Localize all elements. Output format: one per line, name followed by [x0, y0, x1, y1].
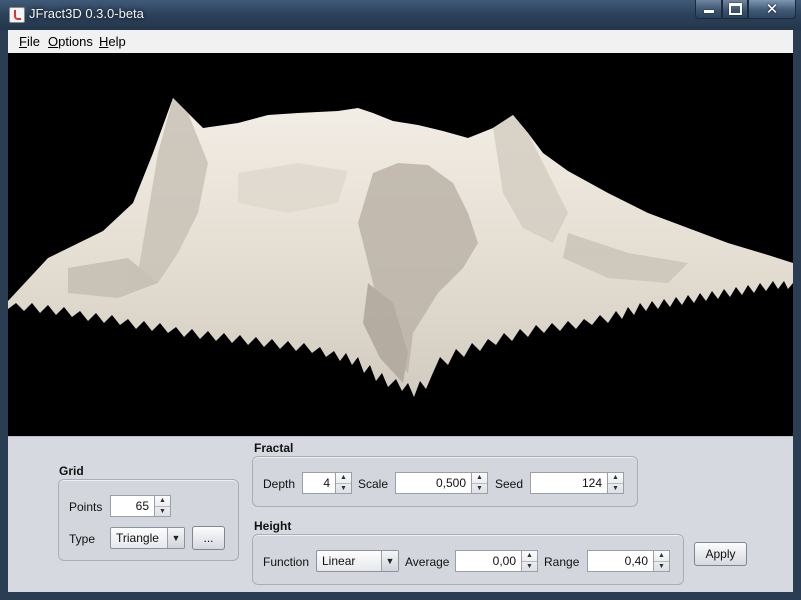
spin-down-icon[interactable]: ▼: [654, 562, 669, 572]
type-select[interactable]: Triangle ▼: [110, 527, 185, 549]
chevron-down-icon[interactable]: ▼: [167, 528, 184, 548]
grid-group-title: Grid: [59, 464, 84, 478]
parameters-panel: Grid Points 65 ▲ ▼ Type Triangle ▼ ... Fr…: [8, 436, 793, 593]
depth-field[interactable]: 4: [302, 472, 335, 494]
spin-up-icon[interactable]: ▲: [608, 473, 623, 484]
spin-up-icon[interactable]: ▲: [654, 551, 669, 562]
type-label: Type: [69, 532, 96, 546]
points-spinner[interactable]: 65 ▲ ▼: [110, 495, 171, 517]
seed-spinner[interactable]: 124 ▲ ▼: [530, 472, 624, 494]
range-field[interactable]: 0,40: [587, 550, 653, 572]
seed-field[interactable]: 124: [530, 472, 607, 494]
window-title: JFract3D 0.3.0-beta: [29, 6, 144, 21]
java-app-icon: [9, 7, 25, 23]
spin-up-icon[interactable]: ▲: [155, 496, 170, 507]
close-button[interactable]: ✕: [748, 0, 796, 19]
average-field[interactable]: 0,00: [455, 550, 521, 572]
menu-help[interactable]: Help: [99, 34, 126, 49]
range-label: Range: [544, 555, 580, 569]
height-group-title: Height: [254, 519, 292, 533]
window-controls: ✕: [695, 0, 796, 20]
menu-file[interactable]: File: [19, 34, 40, 49]
type-select-value: Triangle: [116, 531, 159, 545]
window-client: File Options Help Grid Points 65 ▲ ▼ Typ…: [8, 30, 793, 593]
window-frame-bottom: [0, 592, 801, 600]
menu-options[interactable]: Options: [48, 34, 93, 49]
scale-spinner[interactable]: 0,500 ▲ ▼: [395, 472, 488, 494]
average-spinner[interactable]: 0,00 ▲ ▼: [455, 550, 538, 572]
function-label: Function: [263, 555, 310, 569]
function-select-value: Linear: [322, 554, 356, 568]
title-bar: JFract3D 0.3.0-beta ✕: [0, 0, 801, 30]
menu-bar: File Options Help: [8, 30, 793, 54]
spin-up-icon[interactable]: ▲: [522, 551, 537, 562]
maximize-icon: [728, 3, 742, 15]
seed-label: Seed: [495, 477, 524, 491]
points-field[interactable]: 65: [110, 495, 154, 517]
spin-up-icon[interactable]: ▲: [472, 473, 487, 484]
range-spinner[interactable]: 0,40 ▲ ▼: [587, 550, 670, 572]
spin-down-icon[interactable]: ▼: [608, 484, 623, 494]
fractal-terrain-render[interactable]: [8, 53, 793, 436]
scale-field[interactable]: 0,500: [395, 472, 471, 494]
depth-label: Depth: [263, 477, 296, 491]
function-select[interactable]: Linear ▼: [316, 550, 399, 572]
terrain-3d-viewport[interactable]: [8, 53, 793, 436]
close-icon: ✕: [765, 0, 779, 18]
apply-button[interactable]: Apply: [694, 542, 747, 566]
spin-down-icon[interactable]: ▼: [522, 562, 537, 572]
spin-down-icon[interactable]: ▼: [155, 507, 170, 517]
spin-down-icon[interactable]: ▼: [472, 484, 487, 494]
fractal-group-title: Fractal: [254, 441, 294, 455]
scale-label: Scale: [358, 477, 389, 491]
minimize-button[interactable]: [695, 0, 722, 19]
spin-up-icon[interactable]: ▲: [336, 473, 351, 484]
grid-options-button[interactable]: ...: [192, 526, 225, 550]
points-label: Points: [69, 500, 103, 514]
depth-spinner[interactable]: 4 ▲ ▼: [302, 472, 352, 494]
minimize-icon: [703, 10, 714, 13]
maximize-button[interactable]: [722, 0, 748, 19]
spin-down-icon[interactable]: ▼: [336, 484, 351, 494]
chevron-down-icon[interactable]: ▼: [381, 551, 398, 571]
average-label: Average: [405, 555, 450, 569]
